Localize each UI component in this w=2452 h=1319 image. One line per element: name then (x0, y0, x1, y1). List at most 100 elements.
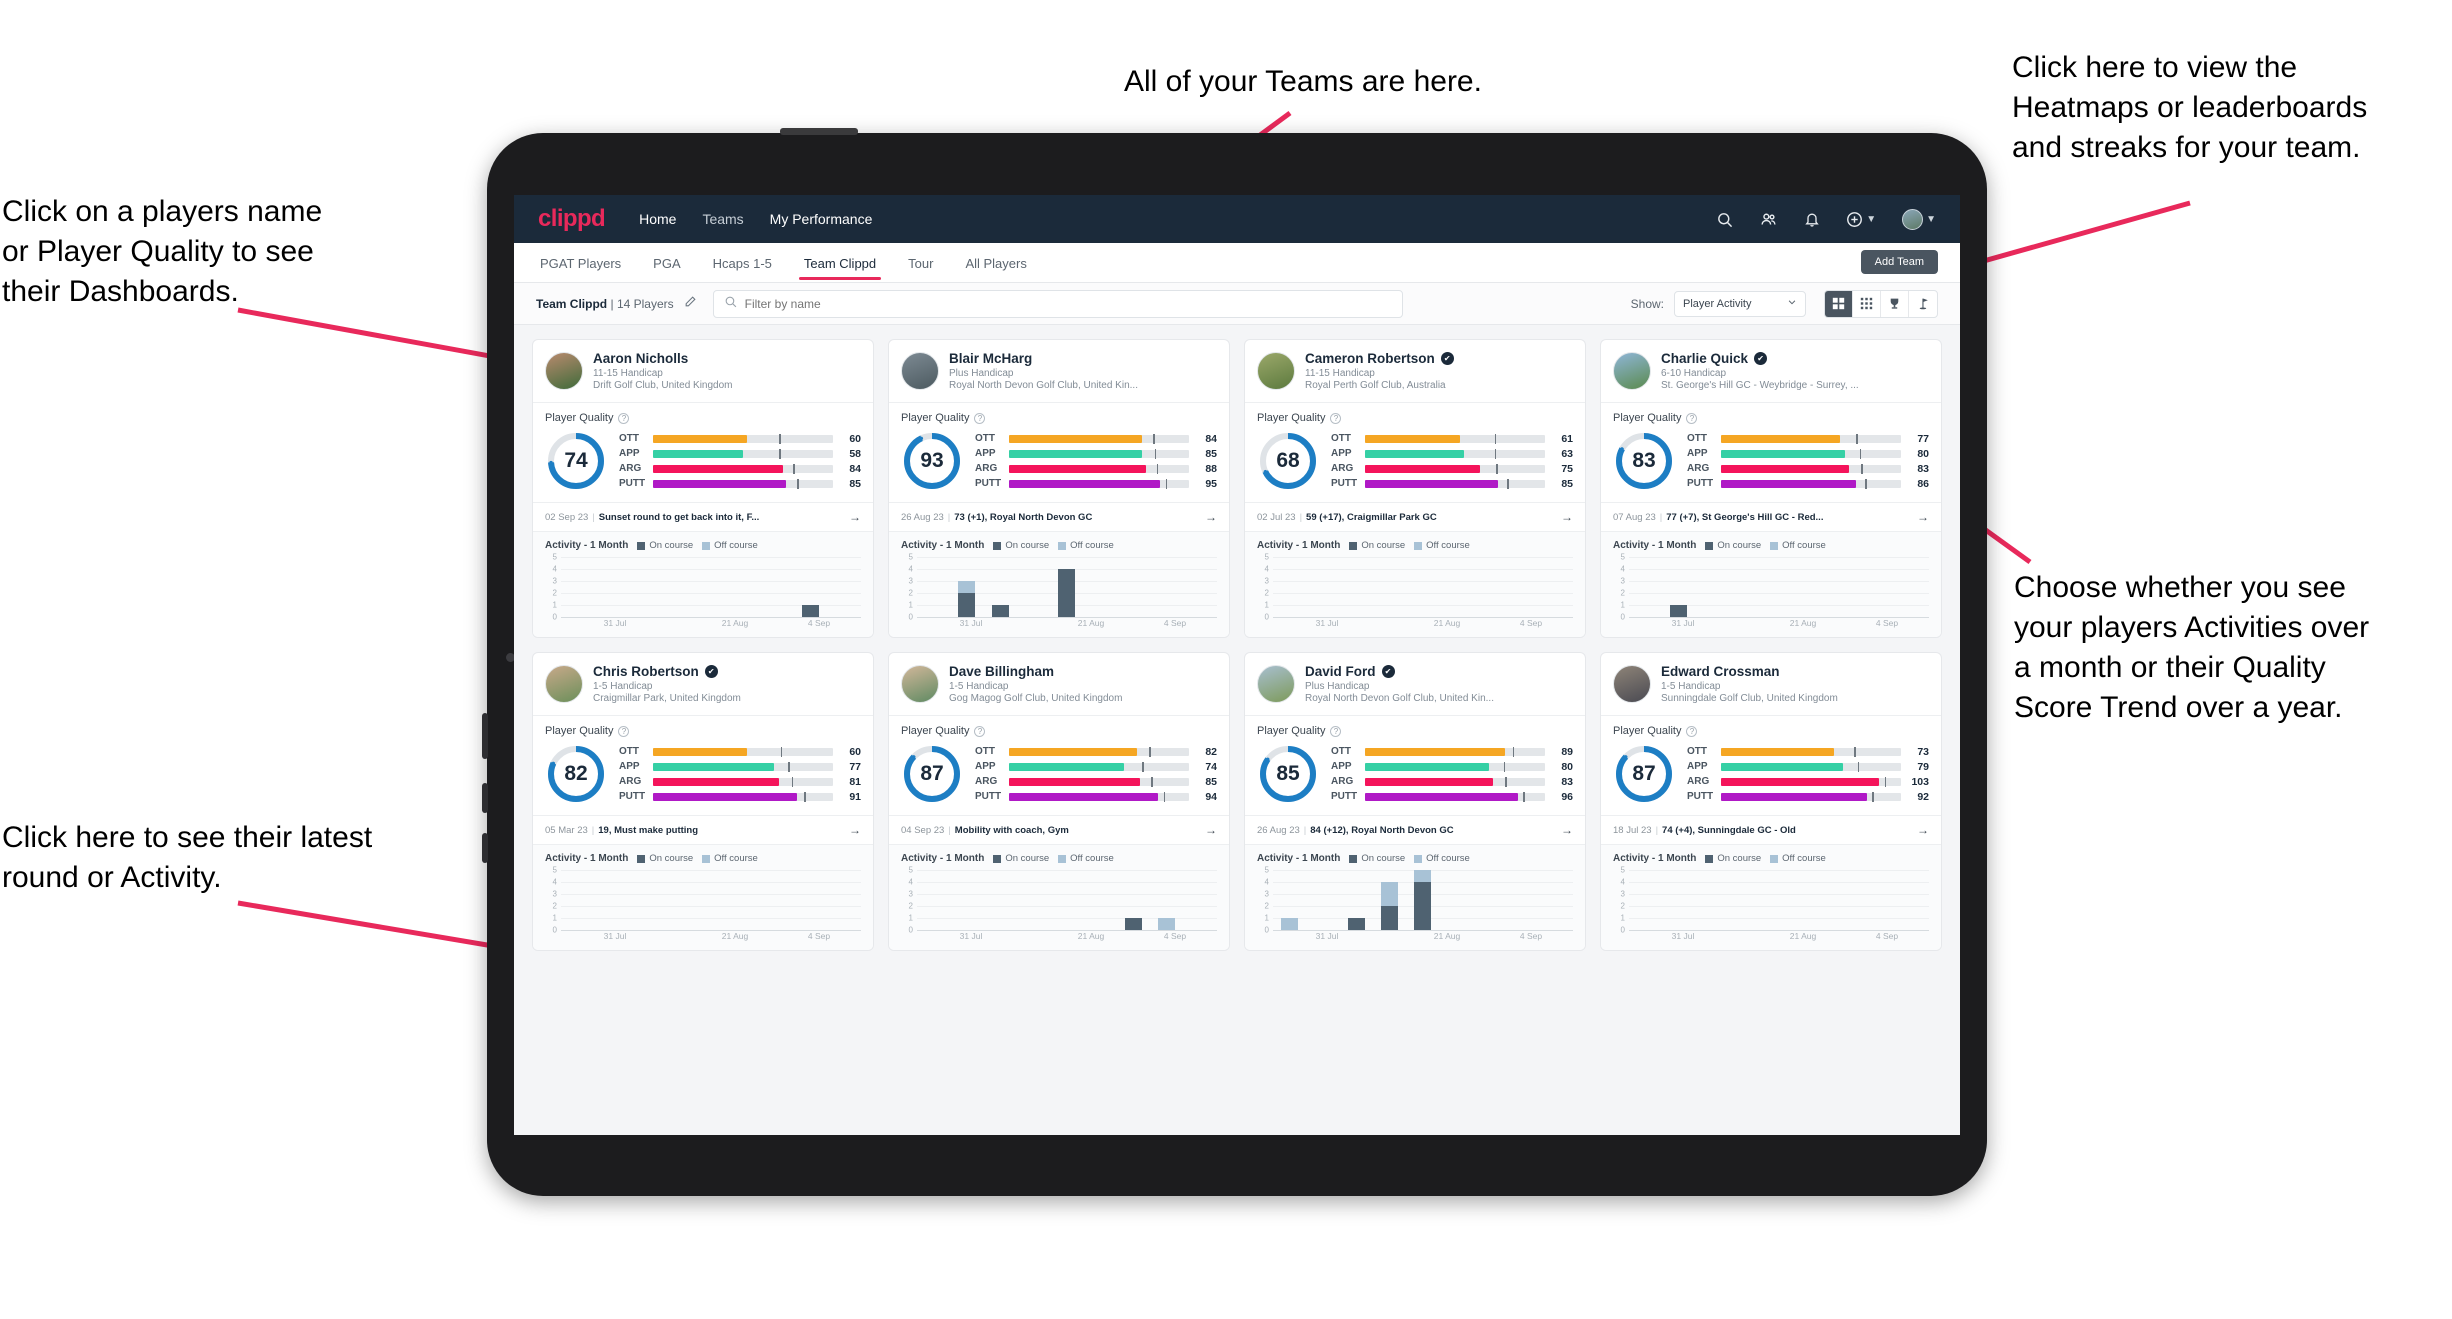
latest-round-row[interactable]: 26 Aug 23 | 73 (+1), Royal North Devon GC → (889, 502, 1229, 531)
nav-link-my-performance[interactable]: My Performance (770, 211, 873, 227)
player-card[interactable]: Cameron Robertson ✔ 11-15 Handicap Royal Pe… (1244, 339, 1586, 638)
quality-score-donut[interactable]: 68 (1257, 430, 1319, 492)
quality-score-donut[interactable]: 87 (1613, 743, 1675, 805)
chart-bar[interactable] (958, 581, 976, 617)
search-input[interactable] (744, 296, 1392, 311)
chart-bar[interactable] (1058, 569, 1076, 617)
player-name[interactable]: Chris Robertson (593, 664, 699, 679)
nav-link-teams[interactable]: Teams (702, 211, 743, 227)
player-card-header[interactable]: David Ford ✔ Plus Handicap Royal North Devo… (1245, 653, 1585, 715)
player-card[interactable]: Charlie Quick ✔ 6-10 Handicap St. George's … (1600, 339, 1942, 638)
help-icon[interactable]: ? (1330, 725, 1342, 737)
nav-link-home[interactable]: Home (639, 211, 676, 227)
arrow-right-icon[interactable]: → (1917, 823, 1929, 837)
quality-score-donut[interactable]: 83 (1613, 430, 1675, 492)
bell-icon[interactable] (1804, 211, 1820, 228)
player-card-header[interactable]: Blair McHarg Plus Handicap Royal North Dev… (889, 340, 1229, 402)
grid-small-icon[interactable] (1853, 290, 1881, 317)
trophy-icon[interactable] (1881, 290, 1909, 317)
latest-round-row[interactable]: 05 Mar 23 | 19, Must make putting → (533, 815, 873, 844)
player-quality-section[interactable]: Player Quality? 85 OTT 89 APP 80 ARG 83 PUTT 96 (1245, 715, 1585, 815)
grid-large-icon[interactable] (1825, 290, 1853, 317)
player-quality-section[interactable]: Player Quality? 74 OTT 60 APP 58 ARG 84 PUTT 85 (533, 402, 873, 502)
quality-score-donut[interactable]: 87 (901, 743, 963, 805)
help-icon[interactable]: ? (974, 725, 986, 737)
arrow-right-icon[interactable]: → (849, 823, 861, 837)
player-card[interactable]: David Ford ✔ Plus Handicap Royal North Devo… (1244, 652, 1586, 951)
avatar[interactable]: ▼ (1902, 208, 1936, 230)
tab-pga[interactable]: PGA (651, 246, 682, 280)
search-field-wrapper[interactable] (712, 289, 1403, 318)
arrow-right-icon[interactable]: → (1205, 510, 1217, 524)
player-name[interactable]: Blair McHarg (949, 351, 1032, 366)
player-card-header[interactable]: Chris Robertson ✔ 1-5 Handicap Craigmillar … (533, 653, 873, 715)
flag-icon[interactable] (1909, 291, 1937, 317)
people-icon[interactable] (1759, 211, 1778, 228)
arrow-right-icon[interactable]: → (1561, 823, 1573, 837)
quality-score-donut[interactable]: 74 (545, 430, 607, 492)
search-icon[interactable] (1716, 211, 1733, 228)
player-name[interactable]: Cameron Robertson (1305, 351, 1435, 366)
help-icon[interactable]: ? (618, 412, 630, 424)
tab-all-players[interactable]: All Players (963, 246, 1028, 280)
chart-bar[interactable] (1281, 918, 1299, 930)
chart-bar[interactable] (1158, 918, 1176, 930)
plus-circle-icon[interactable]: ▼ (1846, 211, 1876, 228)
quality-score-donut[interactable]: 85 (1257, 743, 1319, 805)
edit-pencil-icon[interactable] (684, 295, 697, 313)
chart-bar[interactable] (1414, 870, 1432, 930)
player-name[interactable]: Aaron Nicholls (593, 351, 688, 366)
tab-tour[interactable]: Tour (906, 246, 935, 280)
latest-round-row[interactable]: 02 Jul 23 | 59 (+17), Craigmillar Park GC → (1245, 502, 1585, 531)
player-card-header[interactable]: Cameron Robertson ✔ 11-15 Handicap Royal Pe… (1245, 340, 1585, 402)
latest-round-row[interactable]: 18 Jul 23 | 74 (+4), Sunningdale GC - Old → (1601, 815, 1941, 844)
player-card-header[interactable]: Aaron Nicholls 11-15 Handicap Drift Golf C… (533, 340, 873, 402)
player-card[interactable]: Aaron Nicholls 11-15 Handicap Drift Golf C… (532, 339, 874, 638)
player-card[interactable]: Chris Robertson ✔ 1-5 Handicap Craigmillar … (532, 652, 874, 951)
clippd-logo[interactable]: clippd (538, 205, 606, 233)
chart-bar[interactable] (1381, 882, 1399, 930)
tab-hcaps-1-5[interactable]: Hcaps 1-5 (711, 246, 774, 280)
arrow-right-icon[interactable]: → (849, 510, 861, 524)
quality-score-donut[interactable]: 82 (545, 743, 607, 805)
help-icon[interactable]: ? (1686, 412, 1698, 424)
show-select[interactable]: Player Activity (1674, 290, 1806, 317)
player-quality-section[interactable]: Player Quality? 87 OTT 73 APP 79 ARG 103 PUTT 92 (1601, 715, 1941, 815)
chart-bar[interactable] (1347, 918, 1365, 930)
player-quality-section[interactable]: Player Quality? 93 OTT 84 APP 85 ARG 88 PUTT 95 (889, 402, 1229, 502)
player-quality-section[interactable]: Player Quality? 83 OTT 77 APP 80 ARG 83 PUTT 86 (1601, 402, 1941, 502)
help-icon[interactable]: ? (1686, 725, 1698, 737)
add-team-button[interactable]: Add Team (1860, 250, 1938, 274)
arrow-right-icon[interactable]: → (1561, 510, 1573, 524)
latest-round-row[interactable]: 02 Sep 23 | Sunset round to get back into … (533, 502, 873, 531)
tab-team-clippd[interactable]: Team Clippd (798, 246, 882, 280)
chart-bar[interactable] (991, 605, 1009, 617)
player-quality-section[interactable]: Player Quality? 87 OTT 82 APP 74 ARG 85 PUTT 94 (889, 715, 1229, 815)
help-icon[interactable]: ? (1330, 412, 1342, 424)
player-name[interactable]: Charlie Quick (1661, 351, 1748, 366)
player-name[interactable]: Edward Crossman (1661, 664, 1780, 679)
tab-pgat-players[interactable]: PGAT Players (538, 246, 623, 280)
player-quality-section[interactable]: Player Quality? 68 OTT 61 APP 63 ARG 75 PUTT 85 (1245, 402, 1585, 502)
chart-bar[interactable] (1670, 605, 1688, 617)
arrow-right-icon[interactable]: → (1205, 823, 1217, 837)
chart-bar[interactable] (1125, 918, 1143, 930)
player-name[interactable]: David Ford (1305, 664, 1376, 679)
player-card[interactable]: Dave Billingham 1-5 Handicap Gog Magog Gol… (888, 652, 1230, 951)
chart-bar[interactable] (802, 605, 820, 617)
player-card-header[interactable]: Dave Billingham 1-5 Handicap Gog Magog Gol… (889, 653, 1229, 715)
quality-score-donut[interactable]: 93 (901, 430, 963, 492)
player-name[interactable]: Dave Billingham (949, 664, 1054, 679)
latest-round-row[interactable]: 26 Aug 23 | 84 (+12), Royal North Devon GC… (1245, 815, 1585, 844)
player-card-header[interactable]: Charlie Quick ✔ 6-10 Handicap St. George's … (1601, 340, 1941, 402)
help-icon[interactable]: ? (974, 412, 986, 424)
latest-round-row[interactable]: 07 Aug 23 | 77 (+7), St George's Hill GC -… (1601, 502, 1941, 531)
help-icon[interactable]: ? (618, 725, 630, 737)
device-button-extra (482, 833, 488, 863)
arrow-right-icon[interactable]: → (1917, 510, 1929, 524)
player-card-header[interactable]: Edward Crossman 1-5 Handicap Sunningdale G… (1601, 653, 1941, 715)
player-card[interactable]: Edward Crossman 1-5 Handicap Sunningdale G… (1600, 652, 1942, 951)
player-card[interactable]: Blair McHarg Plus Handicap Royal North Dev… (888, 339, 1230, 638)
latest-round-row[interactable]: 04 Sep 23 | Mobility with coach, Gym → (889, 815, 1229, 844)
player-quality-section[interactable]: Player Quality? 82 OTT 60 APP 77 ARG 81 PUTT 91 (533, 715, 873, 815)
